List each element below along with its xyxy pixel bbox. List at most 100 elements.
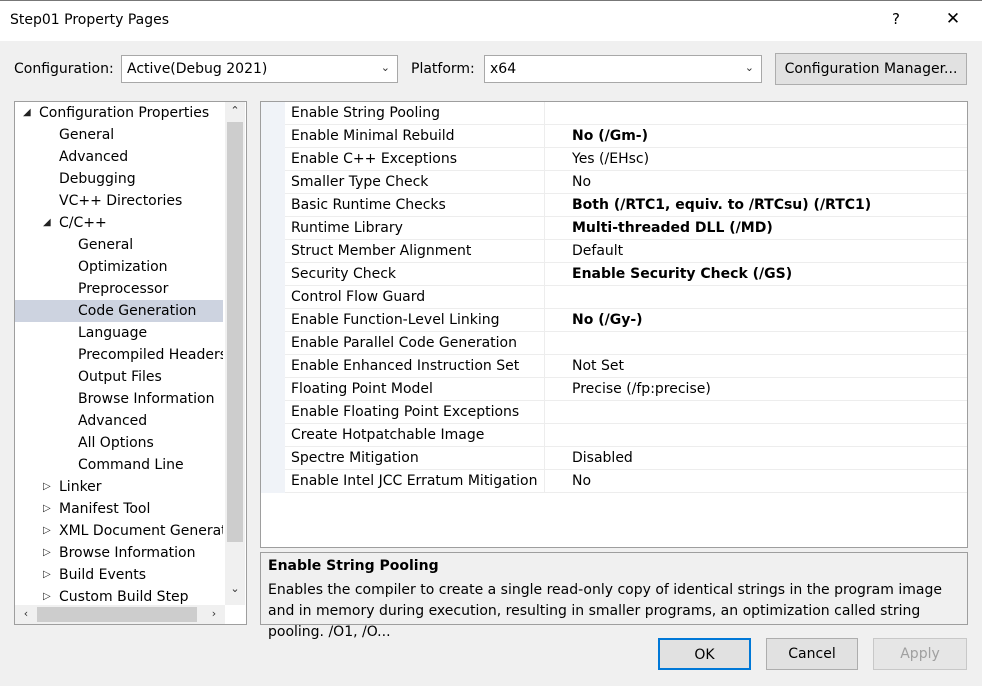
- platform-dropdown[interactable]: x64 ⌄: [484, 55, 762, 83]
- property-row[interactable]: Create Hotpatchable Image: [285, 424, 967, 447]
- property-name: Enable C++ Exceptions: [291, 151, 458, 167]
- tree-item[interactable]: Optimization: [15, 256, 223, 278]
- tree-item-label: Browse Information: [78, 391, 215, 407]
- collapsed-arrow-icon[interactable]: ▷: [43, 520, 51, 542]
- property-value[interactable]: Disabled: [572, 450, 633, 466]
- tree-item[interactable]: VC++ Directories: [15, 190, 223, 212]
- property-name: Enable Parallel Code Generation: [291, 335, 517, 351]
- tree-item-label: Linker: [59, 479, 102, 495]
- property-value[interactable]: No (/Gy-): [572, 312, 643, 328]
- collapsed-arrow-icon[interactable]: ▷: [43, 498, 51, 520]
- property-value[interactable]: Not Set: [572, 358, 624, 374]
- cancel-button[interactable]: Cancel: [766, 638, 858, 670]
- tree-item[interactable]: All Options: [15, 432, 223, 454]
- property-row[interactable]: Enable Enhanced Instruction Set Not Set: [285, 355, 967, 378]
- property-row[interactable]: Enable Function-Level Linking No (/Gy-): [285, 309, 967, 332]
- chevron-down-icon[interactable]: ⌄: [226, 582, 244, 595]
- tree-item[interactable]: Preprocessor: [15, 278, 223, 300]
- property-name: Struct Member Alignment: [291, 243, 472, 259]
- property-row[interactable]: Smaller Type Check No: [285, 171, 967, 194]
- collapsed-arrow-icon[interactable]: ▷: [43, 564, 51, 586]
- platform-value: x64: [490, 61, 517, 77]
- collapsed-arrow-icon[interactable]: ▷: [43, 542, 51, 564]
- tree-item[interactable]: Debugging: [15, 168, 223, 190]
- property-row[interactable]: Enable String Pooling: [285, 102, 967, 125]
- property-value[interactable]: No: [572, 473, 591, 489]
- tree-item[interactable]: ▷ Browse Information: [15, 542, 223, 564]
- column-divider: [544, 171, 545, 193]
- tree-item[interactable]: ▷ Build Events: [15, 564, 223, 586]
- column-divider: [544, 217, 545, 239]
- ok-button[interactable]: OK: [658, 638, 751, 670]
- column-divider: [544, 240, 545, 262]
- close-icon[interactable]: ✕: [940, 9, 966, 33]
- chevron-up-icon[interactable]: ⌃: [226, 104, 244, 117]
- property-row[interactable]: Spectre Mitigation Disabled: [285, 447, 967, 470]
- expanded-arrow-icon[interactable]: ◢: [23, 102, 31, 124]
- chevron-left-icon[interactable]: ‹: [17, 607, 35, 620]
- configuration-dropdown[interactable]: Active(Debug 2021) ⌄: [121, 55, 398, 83]
- property-row[interactable]: Enable Floating Point Exceptions: [285, 401, 967, 424]
- property-row[interactable]: Control Flow Guard: [285, 286, 967, 309]
- property-name: Smaller Type Check: [291, 174, 429, 190]
- tree-item[interactable]: ◢ Configuration Properties: [15, 102, 223, 124]
- help-button[interactable]: ?: [884, 10, 908, 32]
- property-row[interactable]: Runtime Library Multi-threaded DLL (/MD): [285, 217, 967, 240]
- tree-item[interactable]: Output Files: [15, 366, 223, 388]
- chevron-right-icon[interactable]: ›: [205, 607, 223, 620]
- tree-item[interactable]: Code Generation: [15, 300, 223, 322]
- property-row[interactable]: Enable C++ Exceptions Yes (/EHsc): [285, 148, 967, 171]
- tree-item[interactable]: ▷ XML Document Generatc: [15, 520, 223, 542]
- property-row[interactable]: Security Check Enable Security Check (/GS…: [285, 263, 967, 286]
- column-divider: [544, 194, 545, 216]
- property-row[interactable]: Struct Member Alignment Default: [285, 240, 967, 263]
- tree-item[interactable]: General: [15, 124, 223, 146]
- tree-item[interactable]: Precompiled Headers: [15, 344, 223, 366]
- property-value[interactable]: Enable Security Check (/GS): [572, 266, 792, 282]
- property-row[interactable]: Enable Intel JCC Erratum Mitigation No: [285, 470, 967, 493]
- property-value[interactable]: No: [572, 174, 591, 190]
- tree-vertical-scroll-thumb[interactable]: [227, 122, 243, 542]
- property-name: Spectre Mitigation: [291, 450, 419, 466]
- tree-item[interactable]: Advanced: [15, 146, 223, 168]
- tree-item[interactable]: ▷ Linker: [15, 476, 223, 498]
- tree-item[interactable]: Language: [15, 322, 223, 344]
- description-title: Enable String Pooling: [268, 558, 439, 574]
- property-grid[interactable]: Enable String Pooling Enable Minimal Rebu…: [260, 101, 968, 548]
- tree-item-label: Preprocessor: [78, 281, 169, 297]
- property-value[interactable]: Precise (/fp:precise): [572, 381, 711, 397]
- tree-horizontal-scroll-thumb[interactable]: [37, 607, 197, 622]
- property-row[interactable]: Enable Minimal Rebuild No (/Gm-): [285, 125, 967, 148]
- property-value[interactable]: Default: [572, 243, 623, 259]
- tree-item[interactable]: General: [15, 234, 223, 256]
- configuration-manager-button[interactable]: Configuration Manager...: [775, 53, 967, 85]
- expanded-arrow-icon[interactable]: ◢: [43, 212, 51, 234]
- column-divider: [544, 470, 545, 492]
- column-divider: [544, 125, 545, 147]
- tree-item[interactable]: Command Line: [15, 454, 223, 476]
- tree-item[interactable]: Advanced: [15, 410, 223, 432]
- collapsed-arrow-icon[interactable]: ▷: [43, 476, 51, 498]
- column-divider: [544, 286, 545, 308]
- tree-item[interactable]: Browse Information: [15, 388, 223, 410]
- property-value[interactable]: Both (/RTC1, equiv. to /RTCsu) (/RTC1): [572, 197, 871, 213]
- apply-button[interactable]: Apply: [873, 638, 967, 670]
- property-value[interactable]: No (/Gm-): [572, 128, 648, 144]
- property-value[interactable]: Multi-threaded DLL (/MD): [572, 220, 773, 236]
- tree-item[interactable]: ▷ Manifest Tool: [15, 498, 223, 520]
- property-row[interactable]: Basic Runtime Checks Both (/RTC1, equiv. …: [285, 194, 967, 217]
- property-name: Enable Minimal Rebuild: [291, 128, 455, 144]
- property-row[interactable]: Floating Point Model Precise (/fp:precise…: [285, 378, 967, 401]
- property-name: Basic Runtime Checks: [291, 197, 446, 213]
- grid-margin: [261, 102, 285, 493]
- column-divider: [544, 424, 545, 446]
- property-value[interactable]: Yes (/EHsc): [572, 151, 649, 167]
- chevron-down-icon: ⌄: [744, 61, 754, 74]
- tree-item[interactable]: ◢ C/C++: [15, 212, 223, 234]
- tree-item-label: VC++ Directories: [59, 193, 183, 209]
- property-name: Enable Intel JCC Erratum Mitigation: [291, 473, 538, 489]
- property-name: Control Flow Guard: [291, 289, 426, 305]
- property-tree[interactable]: ◢ Configuration Properties General Advanced…: [14, 101, 247, 625]
- tree-item-label: XML Document Generatc: [59, 523, 223, 539]
- property-row[interactable]: Enable Parallel Code Generation: [285, 332, 967, 355]
